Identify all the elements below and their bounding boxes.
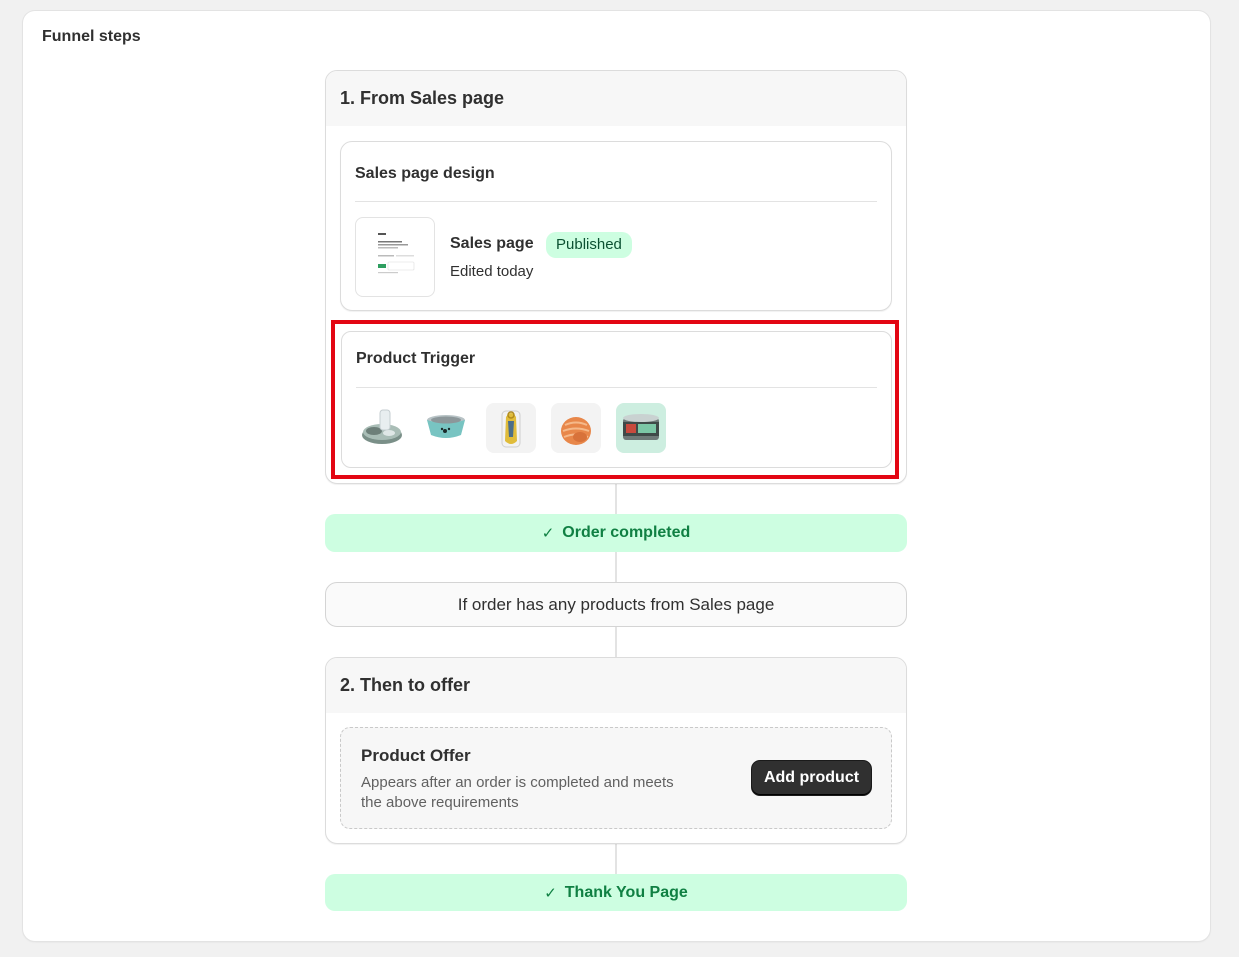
section-title: Funnel steps: [42, 28, 141, 45]
order-completed-label: Order completed: [562, 524, 691, 541]
product-thumbnail[interactable]: [356, 403, 406, 453]
product-offer-description: Appears after an order is completed and …: [361, 774, 674, 811]
edited-timestamp: Edited today: [450, 263, 534, 280]
connector-line: [615, 484, 617, 514]
connector-line: [615, 552, 617, 582]
sales-page-thumbnail[interactable]: [355, 217, 435, 297]
thank-you-page-bar: ✓ Thank You Page: [325, 874, 907, 911]
check-icon: ✓: [544, 884, 557, 902]
order-completed-bar: ✓ Order completed: [325, 514, 907, 552]
product-thumbnail[interactable]: [421, 403, 471, 453]
product-thumbnail[interactable]: [616, 403, 666, 453]
sales-page-name: Sales page: [450, 235, 534, 252]
pet-bowl-icon: [427, 415, 465, 438]
divider: [356, 387, 877, 388]
product-trigger-title: Product Trigger: [356, 350, 476, 367]
product-thumbnail[interactable]: [486, 403, 536, 453]
leash-product-icon: [501, 410, 521, 448]
step-2-title: 2. Then to offer: [326, 658, 906, 713]
product-trigger-card[interactable]: Product Trigger: [341, 331, 892, 468]
thank-you-page-label: Thank You Page: [564, 883, 688, 901]
step-1-title: 1. From Sales page: [326, 71, 906, 126]
product-offer-title: Product Offer: [361, 746, 471, 765]
published-status-badge: Published: [546, 232, 632, 258]
add-product-button[interactable]: Add product: [752, 761, 871, 795]
pet-water-fountain-icon: [362, 409, 402, 444]
divider: [355, 201, 877, 202]
connector-line: [615, 627, 617, 658]
product-offer-box: Product Offer Appears after an order is …: [340, 727, 892, 829]
page-preview-icon: [378, 233, 415, 274]
condition-label: If order has any products from Sales pag…: [457, 594, 775, 614]
connector-line: [615, 844, 617, 874]
step-2-card: 2. Then to offer Product Offer Appears a…: [325, 657, 907, 844]
pet-food-can-icon: [623, 414, 659, 440]
sales-page-design-card[interactable]: Sales page design Sales page Published E…: [340, 141, 892, 311]
cat-scratcher-icon: [561, 417, 591, 445]
condition-box[interactable]: If order has any products from Sales pag…: [325, 582, 907, 627]
sales-page-design-title: Sales page design: [355, 165, 495, 182]
check-icon: ✓: [541, 525, 555, 542]
product-thumbnail[interactable]: [551, 403, 601, 453]
